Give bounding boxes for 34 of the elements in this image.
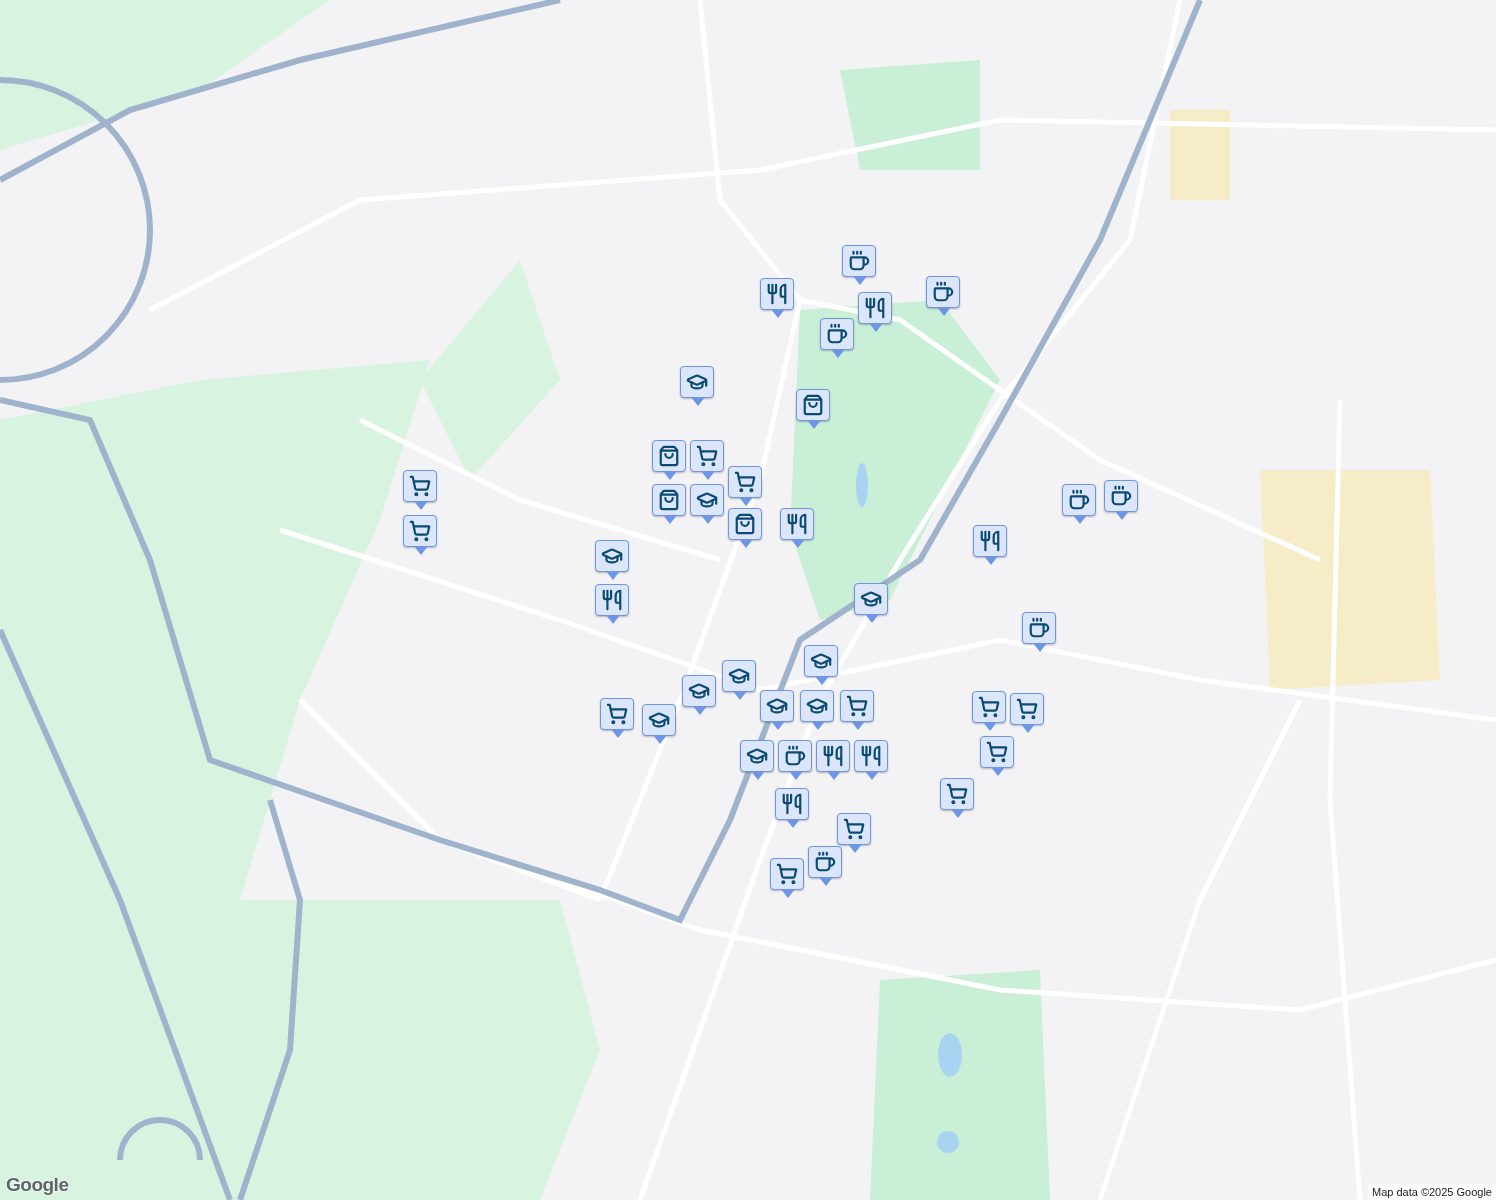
cup-icon [784, 745, 806, 767]
cup-icon [1110, 485, 1132, 507]
shopping-cart-icon [409, 475, 431, 497]
shopping-cart-icon [776, 863, 798, 885]
cup-icon [932, 281, 954, 303]
shopping-cart-icon [946, 783, 968, 805]
cup-icon [826, 323, 848, 345]
fork-knife-icon [822, 745, 844, 767]
shopping-cart-icon [734, 471, 756, 493]
shopping-cart-icon [978, 696, 1000, 718]
fork-knife-icon [601, 589, 623, 611]
shopping-bag-icon [734, 513, 756, 535]
fork-knife-icon [766, 283, 788, 305]
shopping-cart-icon [986, 741, 1008, 763]
shopping-cart-icon [696, 445, 718, 467]
map-attribution: Map data ©2025 Google [1367, 1184, 1496, 1200]
shopping-bag-icon [658, 489, 680, 511]
map-logo: Google [6, 1174, 69, 1196]
shopping-cart-icon [409, 520, 431, 542]
shopping-cart-icon [843, 818, 865, 840]
fork-knife-icon [860, 745, 882, 767]
shopping-cart-icon [846, 695, 868, 717]
cup-icon [1068, 489, 1090, 511]
shopping-bag-icon [658, 445, 680, 467]
fork-knife-icon [786, 513, 808, 535]
cup-icon [814, 851, 836, 873]
fork-knife-icon [979, 530, 1001, 552]
fork-knife-icon [864, 297, 886, 319]
cup-icon [848, 250, 870, 272]
shopping-cart-icon [606, 703, 628, 725]
shopping-cart-icon [1016, 698, 1038, 720]
fork-knife-icon [781, 793, 803, 815]
cup-icon [1028, 617, 1050, 639]
shopping-bag-icon [802, 394, 824, 416]
